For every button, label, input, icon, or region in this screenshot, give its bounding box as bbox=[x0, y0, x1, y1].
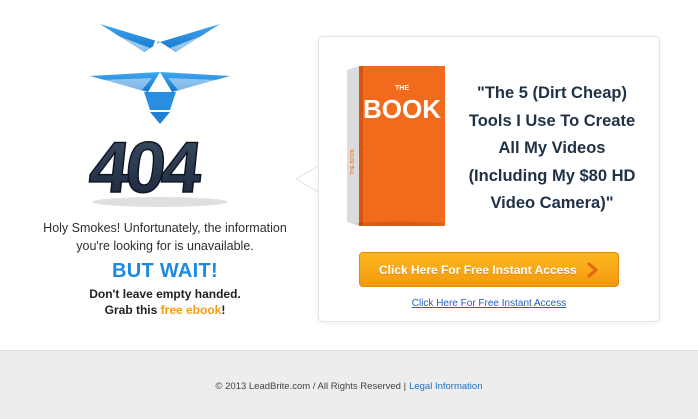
book-cover-image[interactable]: THE BOOK THE BOOK bbox=[345, 66, 445, 226]
card-pointer-arrow bbox=[296, 165, 320, 193]
headline-line: (Including My $80 HD bbox=[468, 166, 636, 185]
offer-headline: "The 5 (Dirt Cheap) Tools I Use To Creat… bbox=[452, 80, 652, 218]
book-small-label: THE bbox=[395, 85, 409, 92]
grab-ebook-text: Grab this free ebook! bbox=[20, 302, 310, 318]
grab-suffix: ! bbox=[221, 303, 226, 317]
free-access-button-label: Click Here For Free Instant Access bbox=[379, 262, 577, 277]
error-code-text: 404 bbox=[86, 128, 206, 208]
main-area: 404 Holy Smokes! Unfortunately, the info… bbox=[0, 0, 698, 350]
free-access-link[interactable]: Click Here For Free Instant Access bbox=[359, 298, 619, 309]
apology-text: Holy Smokes! Unfortunately, the informat… bbox=[20, 219, 310, 255]
free-ebook-highlight: free ebook bbox=[160, 303, 222, 317]
apology-line-1: Holy Smokes! Unfortunately, the informat… bbox=[43, 221, 287, 235]
headline-line: Tools I Use To Create bbox=[468, 111, 636, 130]
legal-information-link[interactable]: Legal Information bbox=[409, 381, 482, 392]
copyright-text: © 2013 LeadBrite.com / All Rights Reserv… bbox=[215, 381, 407, 392]
chevron-right-icon bbox=[587, 262, 598, 278]
book-spine-text: THE BOOK bbox=[350, 148, 356, 175]
grab-prefix: Grab this bbox=[104, 303, 161, 317]
headline-line: All My Videos bbox=[498, 139, 606, 157]
apology-line-2: you're looking for is unavailable. bbox=[76, 239, 254, 253]
headline-line: "The 5 (Dirt Cheap) bbox=[477, 84, 627, 102]
but-wait-heading: BUT WAIT! bbox=[111, 260, 218, 282]
footer: © 2013 LeadBrite.com / All Rights Reserv… bbox=[0, 350, 698, 419]
broken-bird-404-icon: 404 bbox=[85, 24, 230, 209]
free-access-button[interactable]: Click Here For Free Instant Access bbox=[359, 252, 619, 287]
book-title: BOOK bbox=[363, 94, 441, 124]
headline-line: Video Camera)" bbox=[490, 194, 614, 212]
dont-leave-text: Don't leave empty handed. bbox=[89, 287, 241, 301]
